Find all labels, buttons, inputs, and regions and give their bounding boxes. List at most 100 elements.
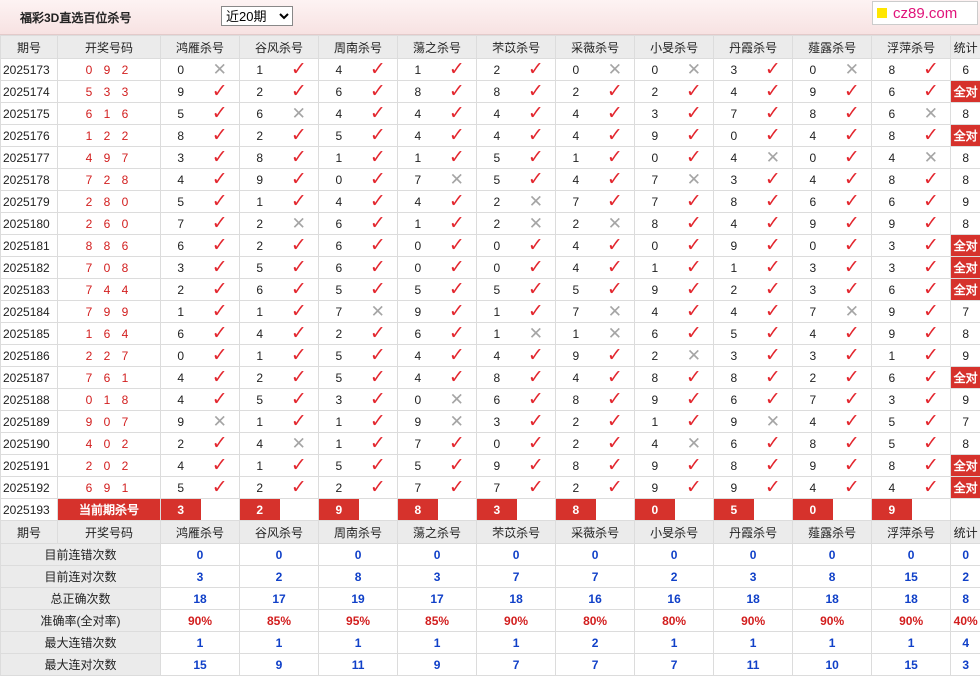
check-icon: ✓ (201, 235, 240, 257)
table-row: 20251862 2 70✓1✓5✓4✓4✓9✓2✕3✓3✓1✓9 (1, 345, 980, 367)
stat-cell: 8 (951, 147, 980, 169)
summary-value: 17 (398, 588, 477, 610)
stat-cell: 9 (951, 191, 980, 213)
header-expert[interactable]: 周南杀号 (319, 36, 398, 59)
kill-number-cell: 5 (161, 191, 201, 213)
header-expert[interactable]: 小旻杀号 (635, 521, 714, 544)
kill-number-cell: 8 (635, 213, 675, 235)
header-expert[interactable]: 采薇杀号 (556, 521, 635, 544)
check-mark: ✓ (765, 191, 781, 212)
check-icon: ✓ (201, 257, 240, 279)
check-mark: ✓ (212, 191, 228, 212)
check-icon: ✓ (517, 389, 556, 411)
period-cell: 2025187 (1, 367, 58, 389)
header-expert[interactable]: 蕩之杀号 (398, 36, 477, 59)
header-expert[interactable]: 鸿雁杀号 (161, 36, 240, 59)
check-icon: ✓ (280, 455, 319, 477)
check-mark: ✓ (370, 455, 386, 476)
draw-code-cell: 7 2 8 (58, 169, 161, 191)
kill-number-cell: 2 (240, 125, 280, 147)
cross-icon: ✕ (438, 169, 477, 191)
check-icon: ✓ (833, 257, 872, 279)
header-expert[interactable]: 蕩之杀号 (398, 521, 477, 544)
check-icon: ✓ (754, 477, 793, 499)
kill-number-cell: 2 (556, 411, 596, 433)
header-expert[interactable]: 谷风杀号 (240, 521, 319, 544)
check-mark: ✓ (686, 191, 702, 212)
header-expert[interactable]: 丹霞杀号 (714, 36, 793, 59)
check-mark: ✓ (291, 367, 307, 388)
table-row: 20251827 0 83✓5✓6✓0✓0✓4✓1✓1✓3✓3✓全对 (1, 257, 980, 279)
check-icon: ✓ (912, 235, 951, 257)
current-kill-number: 8 (398, 499, 438, 521)
kill-number-table: 期号开奖号码鸿雁杀号谷风杀号周南杀号蕩之杀号芣苡杀号采薇杀号小旻杀号丹霞杀号薤露… (0, 35, 980, 676)
check-mark: ✓ (686, 367, 702, 388)
period-range-select[interactable]: 近20期 (221, 6, 293, 26)
check-icon: ✓ (359, 147, 398, 169)
kill-number-cell: 8 (477, 81, 517, 103)
check-mark: ✓ (686, 323, 702, 344)
kill-number-cell: 2 (319, 477, 359, 499)
check-mark: ✓ (923, 169, 939, 190)
kill-number-cell: 3 (477, 411, 517, 433)
header-expert[interactable]: 周南杀号 (319, 521, 398, 544)
header-expert[interactable]: 芣苡杀号 (477, 36, 556, 59)
check-mark: ✓ (686, 301, 702, 322)
kill-number-cell: 3 (714, 345, 754, 367)
cross-mark: ✕ (450, 412, 464, 431)
check-mark: ✓ (844, 367, 860, 388)
kill-number-cell: 4 (398, 191, 438, 213)
kill-number-cell: 4 (556, 169, 596, 191)
cross-icon: ✕ (596, 301, 635, 323)
summary-row: 目前连错次数00000000000 (1, 544, 980, 566)
check-mark: ✓ (449, 81, 465, 102)
kill-number-cell: 2 (240, 213, 280, 235)
kill-number-cell: 5 (319, 367, 359, 389)
header-expert[interactable]: 小旻杀号 (635, 36, 714, 59)
kill-number-cell: 5 (872, 411, 912, 433)
summary-value: 18 (161, 588, 240, 610)
check-icon: ✓ (359, 257, 398, 279)
header-expert[interactable]: 浮萍杀号 (872, 36, 951, 59)
kill-number-cell: 0 (319, 169, 359, 191)
check-mark: ✓ (607, 257, 623, 278)
table-row: 20251792 8 05✓1✓4✓4✓2✕7✓7✓8✓6✓6✓9 (1, 191, 980, 213)
check-icon: ✓ (675, 367, 714, 389)
check-mark: ✓ (686, 477, 702, 498)
cross-icon: ✕ (280, 103, 319, 125)
table-row: 20251899 0 79✕1✓1✓9✕3✓2✓1✓9✕4✓5✓7 (1, 411, 980, 433)
check-mark: ✓ (844, 433, 860, 454)
current-kill-number: 9 (872, 499, 912, 521)
header-expert[interactable]: 丹霞杀号 (714, 521, 793, 544)
empty-cell (359, 499, 398, 521)
kill-number-cell: 4 (793, 323, 833, 345)
check-icon: ✓ (912, 323, 951, 345)
site-logo[interactable]: cz89.com (872, 1, 978, 25)
period-cell: 2025177 (1, 147, 58, 169)
header-expert[interactable]: 薤露杀号 (793, 521, 872, 544)
check-icon: ✓ (517, 477, 556, 499)
check-mark: ✓ (528, 169, 544, 190)
kill-number-cell: 4 (556, 103, 596, 125)
table-row: 20251802 6 07✓2✕6✓1✓2✕2✕8✓4✓9✓9✓8 (1, 213, 980, 235)
summary-value: 7 (477, 566, 556, 588)
check-mark: ✓ (607, 235, 623, 256)
header-expert[interactable]: 采薇杀号 (556, 36, 635, 59)
kill-number-cell: 9 (793, 213, 833, 235)
header-expert[interactable]: 浮萍杀号 (872, 521, 951, 544)
header-expert[interactable]: 薤露杀号 (793, 36, 872, 59)
summary-value: 0 (556, 544, 635, 566)
table-row: 20251912 0 24✓1✓5✓5✓9✓8✓9✓8✓9✓8✓全对 (1, 455, 980, 477)
check-icon: ✓ (833, 103, 872, 125)
header-expert[interactable]: 鸿雁杀号 (161, 521, 240, 544)
check-icon: ✓ (912, 389, 951, 411)
header-expert[interactable]: 谷风杀号 (240, 36, 319, 59)
check-mark: ✓ (923, 477, 939, 498)
kill-number-cell: 6 (240, 279, 280, 301)
check-mark: ✓ (765, 81, 781, 102)
check-icon: ✓ (359, 367, 398, 389)
table-row: 20251730 9 20✕1✓4✓1✓2✓0✕0✕3✓0✕8✓6 (1, 59, 980, 81)
check-icon: ✓ (596, 411, 635, 433)
check-icon: ✓ (201, 147, 240, 169)
header-expert[interactable]: 芣苡杀号 (477, 521, 556, 544)
